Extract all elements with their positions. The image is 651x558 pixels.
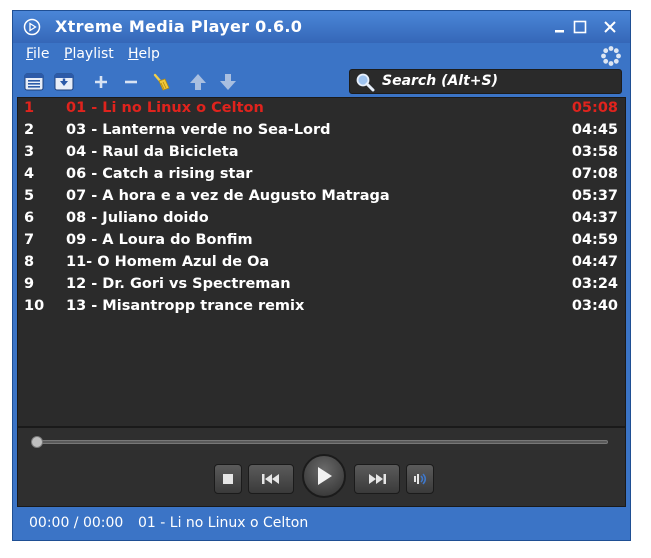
menu-file-label: ile: [33, 46, 50, 62]
playlist-row[interactable]: 8 11- O Homem Azul de Oa 04:47: [18, 252, 625, 274]
search-placeholder: Search (Alt+S): [382, 73, 499, 89]
track-duration: 07:08: [571, 166, 618, 182]
track-duration: 05:08: [571, 100, 618, 116]
minus-icon: [125, 80, 137, 84]
track-duration: 04:59: [571, 232, 618, 248]
track-number: 3: [24, 144, 35, 160]
app-logo-icon: [23, 18, 41, 36]
menu-help[interactable]: Help: [128, 46, 160, 62]
volume-button[interactable]: [406, 464, 434, 494]
track-number: 4: [24, 166, 35, 182]
menu-file[interactable]: File: [26, 46, 49, 62]
playlist-row[interactable]: 1 01 - Li no Linux o Celton 05:08: [18, 98, 625, 120]
playback-controls: [17, 427, 626, 507]
status-bar: 00:00 / 00:00 01 - Li no Linux o Celton: [13, 509, 630, 540]
track-number: 1: [24, 100, 35, 116]
track-title: 07 - A hora e a vez de Augusto Matraga: [66, 188, 390, 204]
arrow-down-icon: [220, 74, 236, 90]
remove-track-button[interactable]: [120, 71, 142, 93]
track-title: 04 - Raul da Bicicleta: [66, 144, 239, 160]
playlist-row[interactable]: 7 09 - A Loura do Bonfim 04:59: [18, 230, 625, 252]
save-playlist-button[interactable]: [53, 71, 75, 93]
track-title: 13 - Misantropp trance remix: [66, 298, 305, 314]
playlist-row[interactable]: 2 03 - Lanterna verde no Sea-Lord 04:45: [18, 120, 625, 142]
track-number: 6: [24, 210, 35, 226]
add-track-button[interactable]: [90, 71, 112, 93]
playlist-row[interactable]: 4 06 - Catch a rising star 07:08: [18, 164, 625, 186]
playlist-row[interactable]: 9 12 - Dr. Gori vs Spectreman 03:24: [18, 274, 625, 296]
previous-button[interactable]: [248, 464, 294, 494]
menu-help-label: elp: [138, 46, 160, 62]
plus-icon: [95, 76, 107, 88]
track-number: 5: [24, 188, 35, 204]
play-button[interactable]: [302, 454, 346, 498]
window-title: Xtreme Media Player 0.6.0: [55, 17, 303, 36]
arrow-up-icon: [190, 74, 206, 90]
player-window: Xtreme Media Player 0.6.0 File Playlist …: [12, 10, 631, 541]
clear-playlist-button[interactable]: [150, 71, 172, 93]
move-up-button[interactable]: [187, 71, 209, 93]
title-bar[interactable]: Xtreme Media Player 0.6.0: [13, 11, 630, 43]
track-title: 03 - Lanterna verde no Sea-Lord: [66, 122, 331, 138]
track-title: 06 - Catch a rising star: [66, 166, 253, 182]
maximize-icon: [573, 20, 587, 34]
track-title: 12 - Dr. Gori vs Spectreman: [66, 276, 291, 292]
previous-track-icon: [262, 474, 279, 484]
move-down-button[interactable]: [217, 71, 239, 93]
track-title: 11- O Homem Azul de Oa: [66, 254, 270, 270]
menu-playlist[interactable]: Playlist: [64, 46, 114, 62]
minimize-icon: [555, 30, 564, 33]
track-number: 2: [24, 122, 35, 138]
track-duration: 03:40: [571, 298, 618, 314]
maximize-button[interactable]: [571, 18, 589, 36]
next-track-icon: [369, 474, 386, 484]
open-playlist-button[interactable]: [23, 71, 45, 93]
track-duration: 04:45: [571, 122, 618, 138]
menu-help-mnemonic: H: [128, 46, 139, 62]
next-button[interactable]: [354, 464, 400, 494]
track-duration: 05:37: [571, 188, 618, 204]
menu-bar: File Playlist Help: [13, 43, 630, 67]
playlist-open-icon: [24, 73, 44, 91]
close-button[interactable]: [601, 18, 619, 36]
minimize-button[interactable]: [551, 18, 569, 36]
track-duration: 04:47: [571, 254, 618, 270]
playlist-save-icon: [54, 73, 74, 91]
volume-icon: [414, 473, 427, 485]
track-duration: 03:58: [571, 144, 618, 160]
playlist-row[interactable]: 6 08 - Juliano doido 04:37: [18, 208, 625, 230]
playlist-panel[interactable]: 1 01 - Li no Linux o Celton 05:08 2 03 - Lan…: [17, 97, 626, 427]
toolbar: Search (Alt+S): [13, 67, 630, 97]
menu-playlist-label: laylist: [72, 46, 114, 62]
track-number: 9: [24, 276, 35, 292]
stop-icon: [223, 474, 233, 484]
track-title: 01 - Li no Linux o Celton: [66, 100, 264, 116]
playlist-row[interactable]: 5 07 - A hora e a vez de Augusto Matraga 0…: [18, 186, 625, 208]
track-number: 8: [24, 254, 35, 270]
menu-file-mnemonic: F: [26, 46, 34, 62]
playback-time: 00:00 / 00:00: [29, 515, 124, 531]
play-icon: [318, 467, 332, 485]
track-duration: 03:24: [571, 276, 618, 292]
track-number: 7: [24, 232, 35, 248]
search-input[interactable]: Search (Alt+S): [349, 69, 622, 94]
broom-icon: [153, 73, 170, 91]
seek-bar[interactable]: [31, 436, 608, 448]
track-title: 09 - A Loura do Bonfim: [66, 232, 253, 248]
playlist-row[interactable]: 3 04 - Raul da Bicicleta 03:58: [18, 142, 625, 164]
track-duration: 04:37: [571, 210, 618, 226]
track-title: 08 - Juliano doido: [66, 210, 209, 226]
search-icon: [356, 73, 375, 92]
track-number: 10: [24, 298, 45, 314]
seek-handle[interactable]: [31, 436, 43, 448]
playlist-row[interactable]: 10 13 - Misantropp trance remix 03:40: [18, 296, 625, 318]
busy-spinner-icon: [601, 46, 621, 66]
close-icon: [604, 21, 616, 33]
stop-button[interactable]: [214, 464, 242, 494]
now-playing-title: 01 - Li no Linux o Celton: [138, 515, 309, 531]
